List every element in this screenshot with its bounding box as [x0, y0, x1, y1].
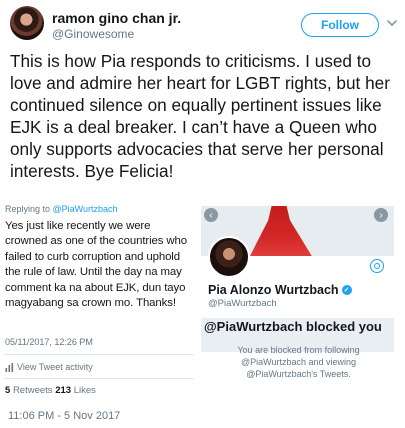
replying-to-line: Replying to @PiaWurtzbach [5, 204, 118, 214]
tweet-text: This is how Pia responds to criticisms. … [10, 51, 390, 181]
chevron-down-icon[interactable] [385, 16, 399, 30]
divider [4, 378, 194, 379]
retweets-count: 5 [5, 385, 11, 396]
reply-body-text: Yes just like recently we were crowned a… [5, 220, 188, 310]
retweets-label: Retweets [12, 385, 53, 396]
blocked-message: You are blocked from following @PiaWurtz… [237, 345, 360, 379]
tweet-timestamp[interactable]: 11:06 PM - 5 Nov 2017 [8, 410, 120, 422]
likes-label: Likes [73, 385, 96, 396]
bar-chart-icon [5, 362, 14, 372]
reply-date: 05/11/2017, 12:26 PM [5, 337, 93, 347]
nav-arrow-left-icon: ‹ [204, 208, 218, 222]
view-activity-row: View Tweet activity [5, 362, 93, 372]
likes-count: 213 [55, 385, 72, 396]
reply-handle-link: @PiaWurtzbach [52, 204, 118, 214]
profile-avatar [208, 236, 250, 278]
divider [4, 354, 194, 355]
reply-prefix: Replying to [5, 204, 53, 214]
verified-badge-icon: ✓ [341, 285, 352, 295]
profile-name: Pia Alonzo Wurtzbach [208, 283, 339, 297]
nav-arrow-right-icon: › [374, 208, 388, 222]
embedded-blocked-screenshot: ‹ › Pia Alonzo Wurtzbach ✓ @PiaWurtzbach… [201, 206, 394, 402]
blocked-title: @PiaWurtzbach blocked you [204, 319, 382, 334]
view-activity-label: View Tweet activity [17, 362, 93, 372]
embedded-reply-screenshot: Replying to @PiaWurtzbach Yes just like … [4, 204, 194, 400]
gear-icon [370, 259, 384, 273]
profile-handle: @PiaWurtzbach [208, 298, 277, 309]
follow-button[interactable]: Follow [301, 13, 379, 37]
avatar[interactable] [10, 6, 44, 40]
display-name[interactable]: ramon gino chan jr. [52, 10, 181, 26]
engagement-stats: 5 Retweets 213 Likes [5, 385, 96, 396]
profile-name-row: Pia Alonzo Wurtzbach ✓ [208, 283, 352, 297]
banner-image [249, 206, 313, 256]
user-handle[interactable]: @Ginowesome [52, 27, 134, 41]
